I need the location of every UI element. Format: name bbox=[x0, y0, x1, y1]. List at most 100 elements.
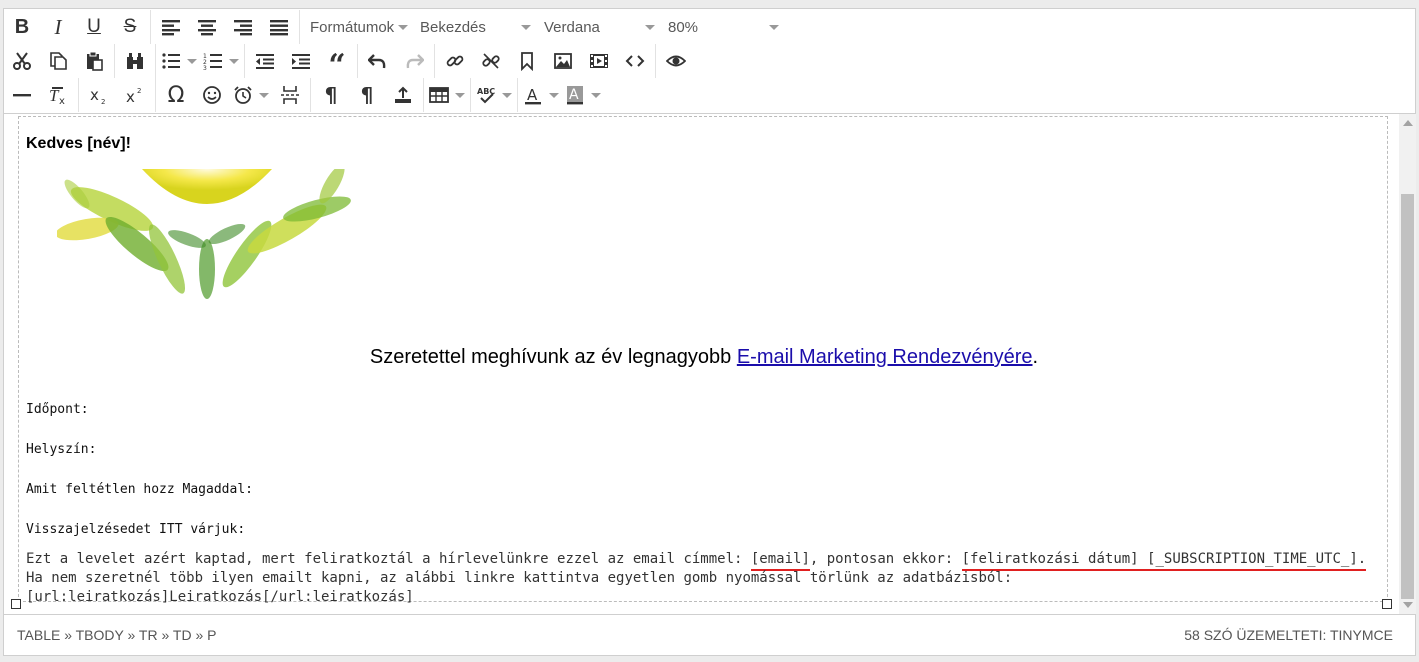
svg-text:x: x bbox=[90, 86, 99, 104]
insert-image-button[interactable] bbox=[545, 46, 581, 76]
align-center-icon bbox=[198, 20, 216, 36]
toolbar: B I U S Formátumok Bekezdés Verdana 80% bbox=[4, 9, 1415, 114]
chevron-down-icon[interactable] bbox=[546, 80, 562, 110]
scroll-down-icon[interactable] bbox=[1403, 602, 1413, 608]
chevron-down-icon bbox=[516, 12, 536, 42]
separator bbox=[299, 10, 300, 44]
smiley-icon bbox=[203, 86, 221, 104]
chevron-down-icon[interactable] bbox=[184, 46, 200, 76]
insert-template-button[interactable] bbox=[385, 80, 421, 110]
italic-icon: I bbox=[54, 14, 62, 39]
block-format-dropdown[interactable]: Bekezdés bbox=[412, 12, 536, 42]
redo-button[interactable] bbox=[396, 46, 432, 76]
page-break-button[interactable] bbox=[272, 80, 308, 110]
event-link[interactable]: E-mail Marketing Rendezvényére bbox=[737, 346, 1033, 368]
paste-button[interactable] bbox=[76, 46, 112, 76]
align-left-icon bbox=[162, 20, 180, 36]
svg-text:A: A bbox=[527, 86, 538, 104]
status-bar: TABLE » TBODY » TR » TD » P 58 SZÓ ÜZEME… bbox=[4, 614, 1415, 655]
resize-handle-bottom-left[interactable] bbox=[11, 599, 21, 609]
unlink-button[interactable] bbox=[473, 46, 509, 76]
separator bbox=[423, 78, 424, 112]
align-left-button[interactable] bbox=[153, 12, 189, 42]
align-center-button[interactable] bbox=[189, 12, 225, 42]
resize-handle-bottom-right[interactable] bbox=[1382, 599, 1392, 609]
separator bbox=[470, 78, 471, 112]
clear-formatting-button[interactable]: Tx bbox=[40, 80, 76, 110]
show-blocks-button[interactable]: ¶ bbox=[313, 80, 349, 110]
horizontal-rule-button[interactable] bbox=[4, 80, 40, 110]
vertical-scrollbar[interactable] bbox=[1399, 114, 1416, 614]
separator bbox=[78, 78, 79, 112]
copy-button[interactable] bbox=[40, 46, 76, 76]
align-justify-button[interactable] bbox=[261, 12, 297, 42]
align-right-icon bbox=[234, 20, 252, 36]
subscript-icon: x2 bbox=[90, 86, 105, 105]
insert-media-button[interactable] bbox=[581, 46, 617, 76]
toolbar-row-2: 123 “ bbox=[4, 44, 694, 81]
strikethrough-icon: S bbox=[123, 16, 137, 37]
chevron-down-icon[interactable] bbox=[452, 80, 468, 110]
toolbar-row-3: Tx x2 x2 Ω ¶ ¶ ABC A A bbox=[4, 78, 604, 112]
visual-chars-button[interactable]: ¶ bbox=[349, 80, 385, 110]
outdent-button[interactable] bbox=[247, 46, 283, 76]
background-color-button[interactable]: A bbox=[562, 80, 588, 110]
undo-button[interactable] bbox=[360, 46, 396, 76]
numbered-list-icon: 123 bbox=[203, 53, 222, 71]
source-code-button[interactable] bbox=[617, 46, 653, 76]
redo-icon bbox=[406, 54, 424, 69]
font-size-label: 80% bbox=[668, 18, 699, 36]
copy-icon bbox=[50, 52, 67, 70]
outdent-icon bbox=[256, 54, 274, 69]
underline-button[interactable]: U bbox=[76, 12, 112, 42]
text-color-button[interactable]: A bbox=[520, 80, 546, 110]
chevron-down-icon[interactable] bbox=[226, 46, 242, 76]
blockquote-button[interactable]: “ bbox=[319, 46, 355, 81]
font-family-label: Verdana bbox=[544, 18, 600, 36]
subscript-button[interactable]: x2 bbox=[81, 80, 117, 110]
film-icon bbox=[590, 54, 608, 68]
separator bbox=[357, 44, 358, 78]
undo-icon bbox=[368, 54, 386, 69]
emoticons-button[interactable] bbox=[194, 80, 230, 110]
align-right-button[interactable] bbox=[225, 12, 261, 42]
date-merge-tag: [feliratkozási dátum] [_SUBSCRIPTION_TIM… bbox=[961, 551, 1367, 571]
scrollbar-thumb[interactable] bbox=[1401, 194, 1414, 599]
separator bbox=[155, 78, 156, 112]
preview-button[interactable] bbox=[658, 46, 694, 76]
scroll-up-icon[interactable] bbox=[1403, 120, 1413, 126]
find-replace-button[interactable] bbox=[117, 46, 153, 76]
separator bbox=[434, 44, 435, 78]
italic-button[interactable]: I bbox=[40, 12, 76, 42]
superscript-button[interactable]: x2 bbox=[117, 80, 153, 110]
cut-button[interactable] bbox=[4, 46, 40, 76]
numbered-list-button[interactable]: 123 bbox=[200, 46, 226, 76]
link-icon bbox=[446, 55, 464, 67]
insert-datetime-button[interactable] bbox=[230, 80, 256, 110]
anchor-button[interactable] bbox=[509, 46, 545, 76]
chevron-down-icon bbox=[394, 12, 412, 42]
formats-dropdown[interactable]: Formátumok bbox=[302, 12, 412, 42]
special-character-button[interactable]: Ω bbox=[158, 80, 194, 110]
chevron-down-icon[interactable] bbox=[256, 80, 272, 110]
chevron-down-icon[interactable] bbox=[499, 80, 515, 110]
chevron-down-icon[interactable] bbox=[588, 80, 604, 110]
font-size-dropdown[interactable]: 80% bbox=[660, 12, 784, 42]
strikethrough-button[interactable]: S bbox=[112, 12, 148, 42]
bullet-list-button[interactable] bbox=[158, 46, 184, 76]
spellcheck-button[interactable]: ABC bbox=[473, 80, 499, 110]
bold-button[interactable]: B bbox=[4, 12, 40, 42]
svg-text:2: 2 bbox=[137, 87, 141, 95]
footer-text-3: Ha nem szeretnél több ilyen emailt kapni… bbox=[26, 570, 1013, 586]
bullet-list-icon bbox=[162, 53, 180, 69]
indent-button[interactable] bbox=[283, 46, 319, 76]
paste-icon bbox=[87, 51, 103, 71]
font-family-dropdown[interactable]: Verdana bbox=[536, 12, 660, 42]
quote-icon: “ bbox=[328, 48, 346, 83]
table-button[interactable] bbox=[426, 80, 452, 110]
editor-content[interactable]: Kedves [név]! Szeretettel meghívunk az é… bbox=[17, 114, 1391, 604]
insert-link-button[interactable] bbox=[437, 46, 473, 76]
chevron-down-icon bbox=[640, 12, 660, 42]
element-path[interactable]: TABLE » TBODY » TR » TD » P bbox=[17, 627, 216, 643]
block-format-label: Bekezdés bbox=[420, 18, 486, 36]
